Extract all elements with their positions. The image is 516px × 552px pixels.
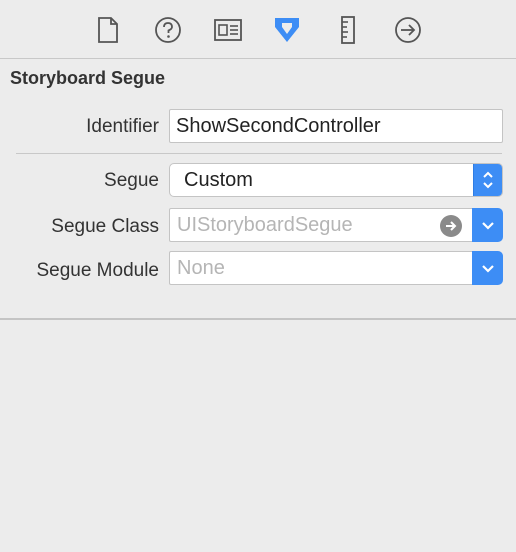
segue-module-dropdown-button[interactable]	[472, 251, 503, 285]
help-icon[interactable]	[152, 14, 184, 46]
segue-class-combo[interactable]: UIStoryboardSegue	[169, 208, 503, 242]
attributes-icon[interactable]	[271, 14, 303, 46]
segue-module-placeholder: None	[177, 257, 225, 279]
section-bottom-divider	[0, 318, 516, 320]
segue-module-field[interactable]: None	[169, 251, 472, 285]
segue-class-label: Segue Class	[51, 216, 159, 237]
segue-module-combo[interactable]: None	[169, 251, 503, 285]
section-title: Storyboard Segue	[10, 68, 166, 88]
segue-class-dropdown-button[interactable]	[472, 208, 503, 242]
segue-module-label: Segue Module	[36, 260, 159, 281]
connections-icon[interactable]	[392, 14, 424, 46]
segue-popup-value: Custom	[184, 169, 253, 191]
go-to-class-arrow-icon[interactable]	[440, 215, 462, 237]
identity-icon[interactable]	[212, 14, 244, 46]
identifier-label: Identifier	[86, 116, 159, 137]
up-down-chevron-icon	[473, 164, 502, 196]
section-separator	[16, 153, 502, 154]
chevron-down-icon	[481, 222, 494, 230]
toolbar-divider	[0, 58, 516, 59]
segue-label: Segue	[104, 170, 159, 191]
file-icon[interactable]	[92, 14, 124, 46]
size-icon[interactable]	[332, 14, 364, 46]
identifier-field[interactable]: ShowSecondController	[169, 109, 503, 143]
segue-popup[interactable]: Custom	[169, 163, 503, 197]
chevron-down-icon	[481, 265, 494, 273]
segue-class-field[interactable]: UIStoryboardSegue	[169, 208, 472, 242]
segue-class-placeholder: UIStoryboardSegue	[177, 214, 353, 236]
inspector-toolbar	[0, 0, 516, 58]
